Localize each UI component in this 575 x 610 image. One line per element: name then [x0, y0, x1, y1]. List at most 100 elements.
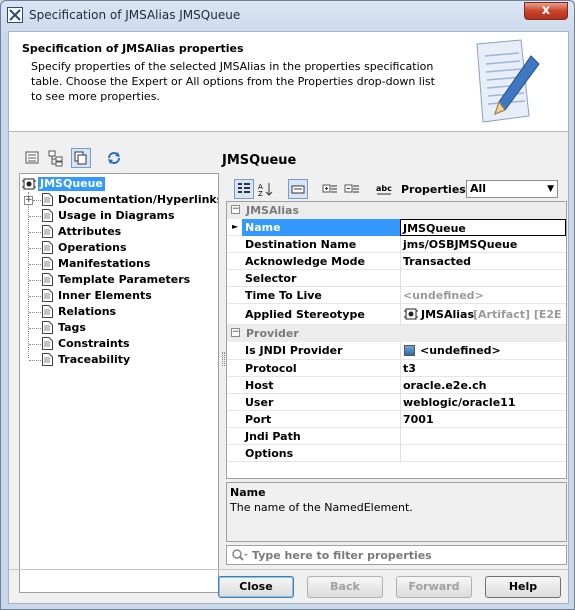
- copy-toggle-button[interactable]: [71, 148, 91, 168]
- forward-button-label: Forward: [408, 580, 460, 593]
- property-row-applied-stereotype[interactable]: Applied Stereotype JMSAlias [Artifact] […: [227, 304, 566, 325]
- app-icon: [7, 7, 23, 23]
- property-value: weblogic/oracle11: [403, 396, 516, 409]
- tree-item-attributes[interactable]: Attributes: [20, 224, 218, 240]
- group-row-provider[interactable]: − Provider: [227, 325, 566, 342]
- property-row-host[interactable]: Host oracle.e2e.ch: [227, 377, 566, 394]
- property-value-cell[interactable]: t3: [400, 360, 566, 377]
- close-icon: x: [541, 3, 551, 18]
- close-button-label: Close: [239, 580, 273, 593]
- property-value: JMSQueue: [403, 222, 466, 235]
- header-panel: Specification of JMSAlias properties Spe…: [9, 32, 568, 132]
- property-value-cell[interactable]: JMSAlias [Artifact] [E2E B: [400, 304, 566, 325]
- svg-text:abc: abc: [376, 184, 392, 193]
- property-row-port[interactable]: Port 7001: [227, 411, 566, 428]
- property-value-cell[interactable]: weblogic/oracle11: [400, 394, 566, 411]
- property-row-protocol[interactable]: Protocol t3: [227, 360, 566, 377]
- tree-item-label: Manifestations: [58, 257, 151, 270]
- forward-button[interactable]: Forward: [396, 576, 472, 598]
- tree-view-icon: [48, 150, 63, 167]
- header-description: Specify properties of the selected JMSAl…: [31, 60, 435, 103]
- expand-all-icon: [322, 184, 337, 193]
- filter-input[interactable]: Type here to filter properties: [226, 545, 567, 565]
- property-name: Destination Name: [245, 238, 357, 251]
- property-row-selector[interactable]: Selector: [227, 270, 566, 287]
- property-row-acknowledge-mode[interactable]: Acknowledge Mode Transacted: [227, 253, 566, 270]
- property-value-cell[interactable]: jms/OSBJMSQueue: [400, 236, 566, 253]
- tree-item-relations[interactable]: Relations: [20, 304, 218, 320]
- property-row-options[interactable]: Options: [227, 445, 566, 462]
- collapse-all-button[interactable]: [342, 179, 362, 199]
- splitter-handle[interactable]: [222, 352, 225, 366]
- page-icon: [42, 273, 53, 286]
- tree-view-button[interactable]: [46, 148, 66, 168]
- properties-dropdown[interactable]: All ▼: [466, 180, 558, 198]
- property-value-cell[interactable]: <undefined>: [400, 342, 566, 360]
- property-value-cell[interactable]: [400, 270, 566, 287]
- property-value: <undefined>: [403, 289, 484, 302]
- page-icon: [42, 353, 53, 366]
- tree-item-constraints[interactable]: Constraints: [20, 336, 218, 352]
- specification-window: Specification of JMSAlias JMSQueue x Spe…: [0, 0, 575, 610]
- group-label: Provider: [246, 327, 299, 340]
- tree-item-template-parameters[interactable]: Template Parameters: [20, 272, 218, 288]
- collapse-icon[interactable]: −: [231, 328, 240, 337]
- categorized-icon: [238, 183, 250, 193]
- list-view-button[interactable]: [22, 148, 42, 168]
- tree-item-usage[interactable]: Usage in Diagrams: [20, 208, 218, 224]
- page-icon: [42, 305, 53, 318]
- window-close-button[interactable]: x: [524, 2, 568, 20]
- hide-button[interactable]: [288, 179, 308, 199]
- page-icon: [42, 209, 53, 222]
- property-value-cell[interactable]: <undefined>: [400, 287, 566, 304]
- stereotype-extra: [Artifact] [E2E B: [473, 308, 566, 321]
- property-value-cell[interactable]: oracle.e2e.ch: [400, 377, 566, 394]
- tree-item-tags[interactable]: Tags: [20, 320, 218, 336]
- title-bar[interactable]: Specification of JMSAlias JMSQueue x: [1, 1, 574, 29]
- expand-icon[interactable]: +: [24, 196, 33, 205]
- group-row-jmsalias[interactable]: − JMSAlias: [227, 202, 566, 219]
- filter-placeholder: Type here to filter properties: [252, 549, 432, 562]
- expand-all-button[interactable]: [320, 179, 340, 199]
- tree-item-label: Operations: [58, 241, 127, 254]
- tree-item-label: Template Parameters: [58, 273, 191, 286]
- property-value-cell[interactable]: [400, 445, 566, 462]
- checkbox[interactable]: [404, 345, 415, 356]
- group-label: JMSAlias: [246, 204, 299, 217]
- property-name: Port: [245, 413, 272, 426]
- properties-table: − JMSAlias ► Name JMSQueue Destination N…: [226, 201, 567, 479]
- tree-item-manifestations[interactable]: Manifestations: [20, 256, 218, 272]
- categorized-button[interactable]: [234, 179, 254, 199]
- tree-item-operations[interactable]: Operations: [20, 240, 218, 256]
- tree-item-inner-elements[interactable]: Inner Elements: [20, 288, 218, 304]
- property-value-cell[interactable]: [400, 428, 566, 445]
- property-row-user[interactable]: User weblogic/oracle11: [227, 394, 566, 411]
- property-row-destination-name[interactable]: Destination Name jms/OSBJMSQueue: [227, 236, 566, 253]
- property-value-cell[interactable]: 7001: [400, 411, 566, 428]
- page-icon: [42, 241, 53, 254]
- tree-item-traceability[interactable]: Traceability: [20, 352, 218, 368]
- collapse-icon[interactable]: −: [231, 205, 240, 214]
- properties-toolbar: AZ abc Properties: All ▼: [226, 178, 567, 200]
- property-row-jndi-path[interactable]: Jndi Path: [227, 428, 566, 445]
- back-button[interactable]: Back: [307, 576, 383, 598]
- search-icon: [232, 549, 248, 561]
- tree-item-documentation[interactable]: + Documentation/Hyperlinks: [20, 192, 218, 208]
- close-button[interactable]: Close: [218, 576, 294, 598]
- sort-az-button[interactable]: AZ: [256, 179, 276, 199]
- refresh-button[interactable]: [104, 148, 124, 168]
- property-row-name[interactable]: ► Name JMSQueue: [227, 219, 566, 236]
- property-row-time-to-live[interactable]: Time To Live <undefined>: [227, 287, 566, 304]
- help-button[interactable]: Help: [485, 576, 561, 598]
- abc-button[interactable]: abc: [374, 179, 394, 199]
- back-button-label: Back: [330, 580, 360, 593]
- property-value-input[interactable]: JMSQueue: [400, 219, 566, 236]
- property-value-cell[interactable]: Transacted: [400, 253, 566, 270]
- property-value: <undefined>: [420, 344, 501, 357]
- svg-text:Z: Z: [258, 190, 263, 198]
- properties-dropdown-value: All: [470, 182, 487, 195]
- row-pointer-icon: ►: [232, 222, 239, 231]
- tree-root-label: JMSQueue: [38, 177, 105, 191]
- tree-root[interactable]: JMSQueue: [20, 176, 110, 192]
- property-row-is-jndi-provider[interactable]: Is JNDI Provider <undefined>: [227, 342, 566, 360]
